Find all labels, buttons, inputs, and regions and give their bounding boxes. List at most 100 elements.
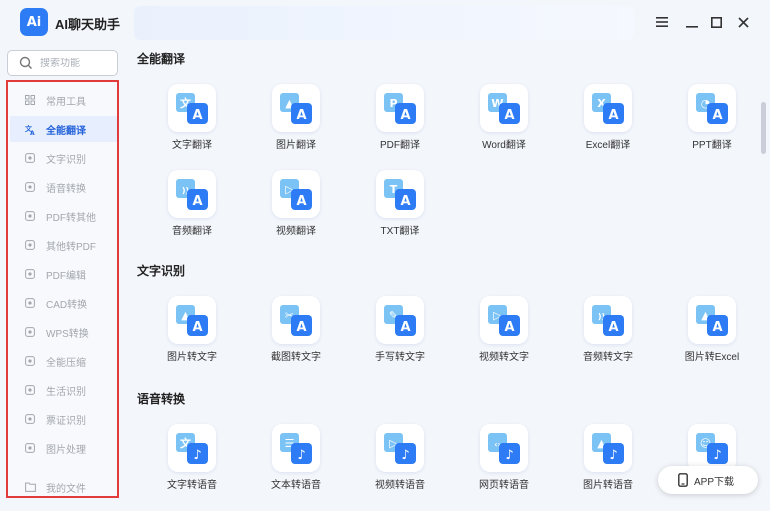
sidebar-item[interactable]: 常用工具: [10, 87, 117, 113]
svg-text:A: A: [504, 108, 514, 123]
svg-text:♪: ♪: [193, 448, 201, 463]
phone-icon: [678, 473, 688, 487]
sidebar-item-label: 全能翻译: [46, 125, 86, 137]
tool-tile[interactable]: ☰ ♪ 文本转语音: [244, 420, 348, 498]
svg-text:A: A: [400, 194, 410, 209]
sidebar-item-label: 全能压缩: [46, 357, 86, 369]
app-logo: Ai: [20, 8, 48, 36]
sidebar-item[interactable]: 文字识别: [10, 145, 117, 171]
sidebar-item-label: WPS转换: [46, 328, 89, 340]
sidebar-item[interactable]: 图片处理: [10, 435, 117, 461]
tool-tile[interactable]: ▷ A 视频翻译: [244, 166, 348, 244]
tool-tile[interactable]: ▷ A 视频转文字: [452, 292, 556, 370]
ticket-icon: [24, 413, 36, 425]
sidebar: 常用工具文 A 全能翻译 文字识别 语音转换 PDF转其他 其他转PDF PDF编辑 CAD转换…: [6, 80, 119, 498]
app-download-label: APP下载: [694, 476, 735, 488]
tool-tile[interactable]: 文 A 文字翻译: [140, 80, 244, 158]
tool-tile-label: 视频翻译: [276, 226, 316, 237]
sidebar-item-label: 文字识别: [46, 154, 86, 166]
app-download-button[interactable]: APP下载: [658, 466, 758, 494]
svg-text:A: A: [30, 130, 35, 135]
word-translate-icon: WA: [480, 84, 528, 132]
search-input[interactable]: [40, 57, 110, 69]
svg-text:A: A: [400, 320, 410, 335]
image-translate-icon: ▲ A: [272, 84, 320, 132]
tool-tile[interactable]: P A PDF翻译: [348, 80, 452, 158]
sidebar-item[interactable]: CAD转换: [10, 290, 117, 316]
tool-tile[interactable]: ▲ A 图片翻译: [244, 80, 348, 158]
video-to-text-icon: ▷ A: [480, 296, 528, 344]
tool-tile-label: PDF翻译: [380, 140, 420, 151]
sidebar-item-label: 票证识别: [46, 415, 86, 427]
tool-tile[interactable]: ▷ ♪ 视频转语音: [348, 420, 452, 498]
minimize-icon[interactable]: [682, 12, 702, 32]
tool-tile-label: 图片转文字: [167, 352, 217, 363]
tool-tile[interactable]: W A Word翻译: [452, 80, 556, 158]
tool-tile[interactable]: ▲ A 图片转文字: [140, 292, 244, 370]
tool-tile-label: 音频转文字: [583, 352, 633, 363]
menu-icon[interactable]: [652, 12, 672, 32]
close-icon[interactable]: [733, 12, 753, 32]
life-scan-icon: [24, 384, 36, 396]
compress-icon: [24, 355, 36, 367]
svg-text:A: A: [608, 108, 618, 123]
tool-tile-label: 视频转语音: [375, 480, 425, 491]
tool-tile[interactable]: X A Excel翻译: [556, 80, 660, 158]
svg-text:♪: ♪: [297, 448, 305, 463]
sidebar-item-label: 生活识别: [46, 386, 86, 398]
tool-tile-label: 图片转语音: [583, 480, 633, 491]
tool-tile-label: 文本转语音: [271, 480, 321, 491]
sidebar-item-label: 语音转换: [46, 183, 86, 195]
tool-tile[interactable]: ✂ A 截图转文字: [244, 292, 348, 370]
svg-text:A: A: [296, 320, 306, 335]
svg-text:A: A: [192, 320, 202, 335]
image-to-excel-icon: ▲ A: [688, 296, 736, 344]
app-title: AI聊天助手: [55, 17, 121, 32]
tool-tile[interactable]: T A TXT翻译: [348, 166, 452, 244]
text-translate-icon: 文A: [168, 84, 216, 132]
svg-text:A: A: [712, 320, 722, 335]
tool-tile[interactable]: ▲ A 图片转Excel: [660, 292, 764, 370]
search-box[interactable]: [7, 50, 118, 76]
sidebar-item[interactable]: 生活识别: [10, 377, 117, 403]
svg-text:A: A: [296, 108, 306, 123]
svg-text:♪: ♪: [713, 448, 721, 463]
svg-text:A: A: [296, 194, 306, 209]
sidebar-item[interactable]: 全能压缩: [10, 348, 117, 374]
sidebar-item[interactable]: 票证识别: [10, 406, 117, 432]
maximize-icon[interactable]: [706, 12, 726, 32]
excel-translate-icon: XA: [584, 84, 632, 132]
video-translate-icon: ▷ A: [272, 170, 320, 218]
wps-icon: [24, 326, 36, 338]
tool-tile[interactable]: ▲ ♪ 图片转语音: [556, 420, 660, 498]
tool-tile-label: 文字翻译: [172, 140, 212, 151]
svg-text:A: A: [608, 320, 618, 335]
tool-tile-label: Excel翻译: [585, 140, 631, 151]
audio-translate-icon: )) A: [168, 170, 216, 218]
svg-text:A: A: [192, 108, 202, 123]
sidebar-item[interactable]: PDF编辑: [10, 261, 117, 287]
sidebar-item[interactable]: 其他转PDF: [10, 232, 117, 258]
tool-tile[interactable]: ‹› ♪ 网页转语音: [452, 420, 556, 498]
scrollbar[interactable]: [761, 102, 766, 154]
header-banner: [134, 6, 634, 40]
sidebar-item[interactable]: 语音转换: [10, 174, 117, 200]
video-to-speech-icon: ▷ ♪: [376, 424, 424, 472]
tool-tile[interactable]: ✎ A 手写转文字: [348, 292, 452, 370]
tool-tile[interactable]: ◔ A PPT翻译: [660, 80, 764, 158]
sidebar-item[interactable]: WPS转换: [10, 319, 117, 345]
tool-tile[interactable]: )) A 音频转文字: [556, 292, 660, 370]
sidebar-item[interactable]: 文 A 全能翻译: [10, 116, 117, 142]
sidebar-item-label: PDF编辑: [46, 270, 86, 282]
tool-tile[interactable]: 文 ♪ 文字转语音: [140, 420, 244, 498]
sidebar-item[interactable]: PDF转其他: [10, 203, 117, 229]
sidebar-item-label: 我的文件: [46, 483, 86, 495]
screenshot-to-text-icon: ✂ A: [272, 296, 320, 344]
main-content: 全能翻译文 A 文字翻译 ▲ A 图片翻译 P A PDF翻译 W A Word翻译 X A Excel翻译…: [124, 42, 764, 511]
tool-tile[interactable]: )) A 音频翻译: [140, 166, 244, 244]
folder-icon: [24, 481, 36, 493]
tool-tile-label: 手写转文字: [375, 352, 425, 363]
handwriting-to-text-icon: ✎ A: [376, 296, 424, 344]
svg-text:♪: ♪: [609, 448, 617, 463]
sidebar-item[interactable]: 我的文件: [10, 474, 117, 500]
